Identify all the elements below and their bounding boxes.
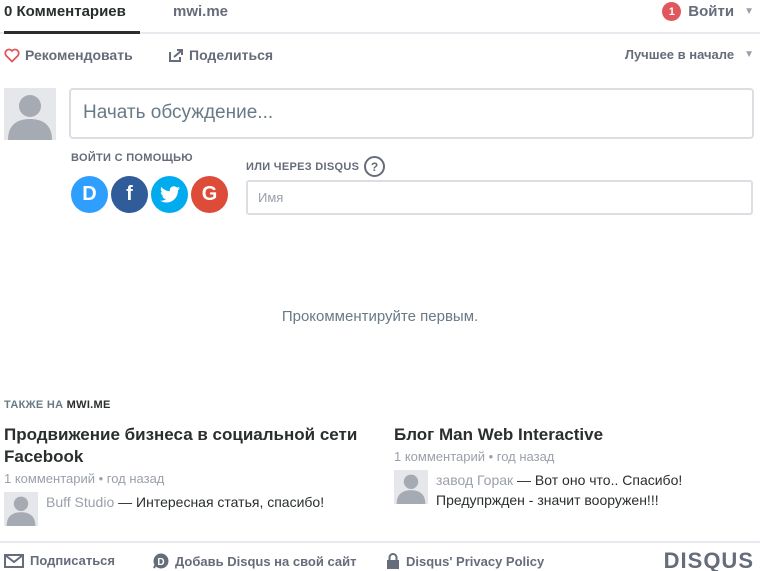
subscribe-link[interactable]: Подписаться: [4, 553, 115, 568]
comment-textarea[interactable]: Начать обсуждение...: [69, 88, 754, 139]
recommendation-item: Блог Man Web Interactive 1 комментарий •…: [394, 424, 754, 510]
lock-icon: [387, 553, 399, 569]
share-button[interactable]: Поделиться: [168, 47, 273, 63]
sort-dropdown[interactable]: Лучшее в начале ▼: [625, 47, 754, 62]
disqus-login-button[interactable]: D: [71, 176, 108, 213]
share-label: Поделиться: [189, 47, 274, 63]
login-button[interactable]: 1 Войти ▼: [662, 2, 754, 21]
avatar: [4, 88, 56, 140]
disqus-logo-icon: D: [153, 553, 169, 569]
subscribe-label: Подписаться: [30, 553, 116, 568]
chevron-down-icon: ▼: [744, 6, 754, 17]
disqus-logo[interactable]: DISQUS: [664, 548, 754, 571]
privacy-label: Disqus' Privacy Policy: [406, 553, 545, 569]
facebook-icon: f: [126, 183, 133, 205]
recommendation-meta: 1 комментарий • год назад: [4, 471, 165, 486]
twitter-login-button[interactable]: [151, 176, 188, 213]
recommend-label: Рекомендовать: [25, 47, 133, 63]
heart-icon: [4, 48, 20, 63]
twitter-icon: [159, 186, 180, 203]
add-disqus-label: Добавь Disqus на свой сайт: [175, 553, 357, 569]
add-disqus-link[interactable]: D Добавь Disqus на свой сайт: [153, 553, 356, 569]
footer: Подписаться D Добавь Disqus на свой сайт…: [0, 541, 760, 571]
notification-badge[interactable]: 1: [662, 2, 682, 21]
or-disqus-label: ИЛИ ЧЕРЕЗ DISQUS ?: [246, 156, 386, 177]
recommendation-item: Продвижение бизнеса в социальной сети Fa…: [4, 424, 364, 526]
recommendation-title[interactable]: Блог Man Web Interactive: [394, 424, 754, 446]
empty-state-message: Прокомментируйте первым.: [281, 308, 479, 325]
also-on-text: ТАКЖЕ НА: [4, 399, 64, 411]
facebook-login-button[interactable]: f: [111, 176, 148, 213]
chevron-down-icon: ▼: [744, 49, 754, 60]
login-with-label: ВОЙТИ С ПОМОЩЬЮ: [71, 152, 193, 164]
social-login-buttons: D f G: [71, 176, 231, 213]
login-label: Войти: [688, 3, 735, 20]
google-login-button[interactable]: G: [191, 176, 228, 213]
comment-author: завод Горак: [436, 472, 514, 488]
sort-label: Лучшее в начале: [624, 47, 735, 62]
disqus-icon: D: [82, 183, 97, 205]
comment-body: — Интересная статья, спасибо!: [118, 494, 325, 510]
recommendation-meta: 1 комментарий • год назад: [394, 449, 555, 464]
user-avatar-icon: [4, 88, 56, 140]
avatar: [394, 470, 428, 504]
envelope-icon: [4, 553, 24, 568]
tab-site[interactable]: mwi.me: [173, 2, 228, 32]
user-avatar-icon: [4, 492, 38, 526]
comment-author: Buff Studio: [46, 494, 115, 510]
privacy-policy-link[interactable]: Disqus' Privacy Policy: [386, 553, 544, 569]
user-avatar-icon: [394, 470, 428, 504]
actions-bar: Рекомендовать Поделиться Лучшее в начале…: [4, 47, 754, 67]
share-icon: [169, 48, 183, 62]
google-icon: G: [201, 183, 218, 205]
recommendation-comment[interactable]: завод Горак — Вот оно что.. Спасибо! Пре…: [394, 470, 754, 510]
or-disqus-text: ИЛИ ЧЕРЕЗ DISQUS: [246, 160, 360, 173]
tab-comments[interactable]: 0 Комментариев: [4, 2, 140, 34]
name-field[interactable]: Имя: [246, 180, 753, 215]
also-on-site[interactable]: MWI.ME: [67, 399, 111, 411]
also-on-label: ТАКЖЕ НА MWI.ME: [4, 399, 111, 411]
top-nav: 0 Комментариев mwi.me 1 Войти ▼: [0, 0, 760, 34]
recommendation-comment-text: Buff Studio — Интересная статья, спасибо…: [46, 492, 324, 526]
avatar: [4, 492, 38, 526]
svg-text:D: D: [157, 557, 164, 568]
recommend-button[interactable]: Рекомендовать: [4, 47, 133, 63]
help-icon[interactable]: ?: [364, 156, 386, 177]
recommendation-comment[interactable]: Buff Studio — Интересная статья, спасибо…: [4, 492, 364, 526]
recommendation-comment-text: завод Горак — Вот оно что.. Спасибо! Пре…: [436, 470, 754, 510]
recommendation-title[interactable]: Продвижение бизнеса в социальной сети Fa…: [4, 424, 364, 468]
